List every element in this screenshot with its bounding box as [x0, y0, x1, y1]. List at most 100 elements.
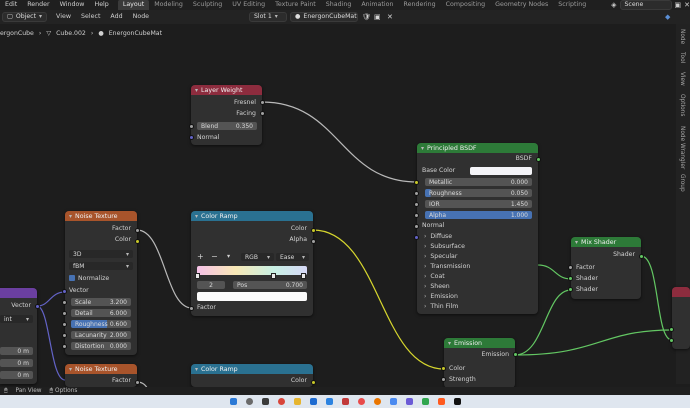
socket-volume[interactable]: [669, 338, 674, 343]
socket-roughness[interactable]: [62, 322, 67, 327]
socket-roughness[interactable]: [414, 202, 419, 207]
chevron-down-icon[interactable]: ▾: [421, 145, 424, 152]
panel-thin-film[interactable]: › Thin Film: [424, 303, 458, 311]
pin-icon[interactable]: ◆: [665, 13, 670, 21]
socket-color[interactable]: [311, 380, 316, 385]
color-stop-handle[interactable]: [271, 273, 276, 279]
socket-alpha[interactable]: [311, 239, 316, 244]
socket-lacunarity[interactable]: [62, 333, 67, 338]
socket-factor[interactable]: [189, 306, 194, 311]
socket-factor[interactable]: [135, 380, 140, 385]
type-dropdown[interactable]: int ▾: [0, 315, 33, 323]
app-icon[interactable]: [421, 398, 429, 405]
socket-color[interactable]: [441, 366, 446, 371]
sidebar-tab-tool[interactable]: Tool: [679, 52, 685, 63]
socket-shader-out[interactable]: [639, 254, 644, 259]
app-icon[interactable]: [389, 398, 397, 405]
slot-dropdown[interactable]: Slot 1 ▾: [249, 12, 287, 22]
socket-color[interactable]: [311, 228, 316, 233]
lacunarity-field[interactable]: Lacunarity 2.000: [71, 331, 131, 339]
sidebar-tab-group[interactable]: Group: [679, 174, 685, 192]
panel-diffuse[interactable]: › Diffuse: [424, 233, 452, 241]
node-header[interactable]: ▾ Mix Shader: [571, 237, 641, 247]
menu-edit[interactable]: Edit: [0, 0, 22, 10]
socket-factor[interactable]: [135, 228, 140, 233]
location-x-field[interactable]: 0 m: [0, 347, 33, 355]
node-mapping-partial[interactable]: Vector int ▾ 0 m 0 m 0 m: [0, 288, 37, 384]
sidebar-tab-options[interactable]: Options: [679, 94, 685, 116]
stop-color-swatch[interactable]: [197, 292, 307, 301]
material-selector[interactable]: ● EnergonCubeMat: [290, 12, 358, 22]
mail-icon[interactable]: [325, 398, 333, 405]
panel-transmission[interactable]: › Transmission: [424, 263, 470, 271]
blend-field[interactable]: Blend 0.350: [197, 122, 257, 130]
node-color-ramp[interactable]: ▾ Color Ramp Color Alpha + − ▾ RGB ▾ Ease ▾…: [191, 211, 313, 316]
socket-fresnel[interactable]: [260, 100, 265, 105]
panel-subsurface[interactable]: › Subsurface: [424, 243, 465, 251]
chevron-down-icon[interactable]: ▾: [227, 253, 230, 261]
sidebar-tab-view[interactable]: View: [679, 72, 685, 86]
tab-sculpting[interactable]: Sculpting: [188, 0, 227, 10]
chevron-down-icon[interactable]: ▾: [195, 87, 198, 94]
tab-modeling[interactable]: Modeling: [149, 0, 188, 10]
close-icon[interactable]: ✕: [684, 1, 690, 9]
panel-specular[interactable]: › Specular: [424, 253, 457, 261]
socket-base-color[interactable]: [414, 180, 419, 185]
search-icon[interactable]: [245, 398, 253, 405]
node-header[interactable]: ▾ Principled BSDF: [417, 143, 538, 153]
tab-texture-paint[interactable]: Texture Paint: [270, 0, 321, 10]
menu-window[interactable]: Window: [55, 0, 90, 10]
scale-field[interactable]: Scale 3.200: [71, 298, 131, 306]
location-z-field[interactable]: 0 m: [0, 371, 33, 379]
node-material-output[interactable]: [672, 287, 690, 349]
close-icon[interactable]: ✕: [387, 13, 393, 21]
socket-metallic[interactable]: [414, 191, 419, 196]
socket-alpha[interactable]: [414, 224, 419, 229]
socket-shader-1[interactable]: [568, 276, 573, 281]
socket-normal[interactable]: [414, 235, 419, 240]
sidebar-tab-node[interactable]: Node: [679, 29, 685, 44]
noise-type-dropdown[interactable]: fBM ▾: [69, 262, 133, 270]
breadcrumb-material[interactable]: EnergonCubeMat: [109, 30, 162, 37]
breadcrumb-object[interactable]: ergonCube: [0, 30, 34, 37]
interpolation-dropdown[interactable]: Ease ▾: [276, 253, 309, 261]
task-view-icon[interactable]: [261, 398, 269, 405]
alpha-field[interactable]: Alpha 1.000: [425, 211, 532, 219]
chevron-down-icon[interactable]: ▾: [575, 239, 578, 246]
socket-detail[interactable]: [62, 311, 67, 316]
chevron-down-icon[interactable]: ▾: [69, 366, 72, 373]
app-icon[interactable]: [357, 398, 365, 405]
panel-sheen[interactable]: › Sheen: [424, 283, 450, 291]
node-header[interactable]: ▾ Layer Weight: [191, 85, 262, 95]
remove-stop-button[interactable]: −: [211, 253, 218, 261]
socket-emission[interactable]: [513, 352, 518, 357]
roughness-field[interactable]: Roughness 0.600: [71, 320, 131, 328]
menu-view[interactable]: View: [51, 12, 76, 22]
node-header[interactable]: [0, 288, 37, 298]
tab-geometry-nodes[interactable]: Geometry Nodes: [490, 0, 553, 10]
chevron-down-icon[interactable]: ▾: [69, 213, 72, 220]
color-stop-handle[interactable]: [301, 273, 306, 279]
socket-ior[interactable]: [414, 213, 419, 218]
tab-compositing[interactable]: Compositing: [441, 0, 490, 10]
socket-scale[interactable]: [62, 300, 67, 305]
add-stop-button[interactable]: +: [197, 253, 204, 261]
node-noise-texture-2[interactable]: ▾ Noise Texture Factor: [65, 364, 137, 387]
tab-shading[interactable]: Shading: [321, 0, 357, 10]
menu-select[interactable]: Select: [76, 12, 105, 22]
panel-emission[interactable]: › Emission: [424, 293, 458, 301]
detail-field[interactable]: Detail 6.000: [71, 309, 131, 317]
fake-user-icon[interactable]: 🛡: [362, 13, 371, 21]
blender-icon[interactable]: [373, 398, 381, 405]
node-header[interactable]: [672, 287, 690, 297]
node-header[interactable]: ▾ Emission: [444, 338, 515, 348]
distortion-field[interactable]: Distortion 0.000: [71, 342, 131, 350]
tab-animation[interactable]: Animation: [356, 0, 398, 10]
copy-material-icon[interactable]: ▣: [374, 13, 381, 21]
windows-start-icon[interactable]: [229, 398, 237, 405]
metallic-field[interactable]: Metallic 0.000: [425, 178, 532, 186]
tab-scripting[interactable]: Scripting: [553, 0, 591, 10]
normalize-checkbox[interactable]: Normalize: [69, 275, 109, 283]
sidebar-tab-node-wrangler[interactable]: Node Wrangler: [679, 126, 685, 169]
socket-surface[interactable]: [669, 327, 674, 332]
